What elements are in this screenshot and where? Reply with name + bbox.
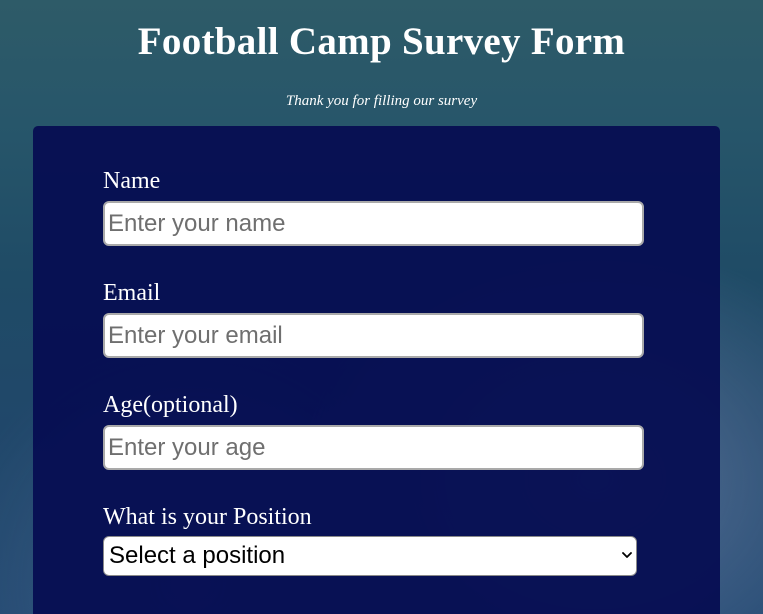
age-input[interactable] <box>103 425 644 470</box>
position-group: What is your Position Select a position <box>103 503 637 576</box>
position-select[interactable]: Select a position <box>103 536 637 576</box>
age-group: Age(optional) <box>103 391 644 470</box>
age-label: Age(optional) <box>103 392 238 418</box>
page-title: Football Camp Survey Form <box>137 20 626 63</box>
name-input[interactable] <box>103 201 644 246</box>
name-group: Name <box>103 167 644 246</box>
email-label: Email <box>103 280 161 306</box>
name-label: Name <box>103 168 161 194</box>
email-input[interactable] <box>103 313 644 358</box>
email-group: Email <box>103 279 644 358</box>
page-header: Football Camp Survey Form Thank you for … <box>0 0 763 110</box>
position-label: What is your Position <box>103 504 312 530</box>
survey-form: Name Email Age(optional) What is your Po… <box>33 126 720 614</box>
page-description: Thank you for filling our survey <box>285 93 478 109</box>
chevron-down-icon <box>622 552 632 558</box>
position-selected-value: Select a position <box>109 542 286 569</box>
